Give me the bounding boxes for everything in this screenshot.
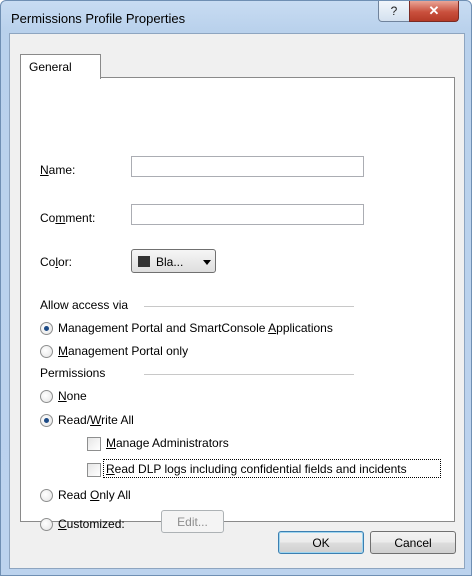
close-button[interactable]: ✕ <box>409 1 459 22</box>
read-dlp-logs-label[interactable]: Read DLP logs including confidential fie… <box>106 462 407 476</box>
help-icon: ? <box>390 4 398 18</box>
close-icon: ✕ <box>428 3 440 18</box>
read-write-all-label[interactable]: Read/Write All <box>58 413 134 427</box>
allow-access-group-label: Allow access via <box>40 298 129 312</box>
general-tab-panel: Name: Comment: Color: Bla... Allow acces… <box>20 77 455 533</box>
dialog-client-area: General Name: Comment: Color: Bla... All… <box>9 33 465 569</box>
tab-general-label: General <box>29 60 72 74</box>
radio-portal-and-smartconsole[interactable] <box>40 322 53 335</box>
read-only-all-label[interactable]: Read Only All <box>58 488 131 502</box>
read-dlp-logs-checkbox[interactable] <box>87 463 101 477</box>
color-selected-value: Bla... <box>156 255 184 269</box>
cancel-button-label: Cancel <box>394 535 432 550</box>
comment-label: Comment: <box>40 211 96 225</box>
radio-none[interactable] <box>40 390 53 403</box>
portal-only-label[interactable]: Management Portal only <box>58 344 188 358</box>
help-button[interactable]: ? <box>378 1 410 22</box>
title-bar[interactable]: Permissions Profile Properties ? ✕ <box>1 1 471 33</box>
permissions-group-label: Permissions <box>40 366 106 380</box>
customized-label[interactable]: Customized: <box>58 517 125 531</box>
color-dropdown[interactable]: Bla... <box>131 249 216 273</box>
ok-button[interactable]: OK <box>278 531 364 554</box>
dialog-window: Permissions Profile Properties ? ✕ Gener… <box>0 0 472 576</box>
radio-portal-only[interactable] <box>40 345 53 358</box>
manage-administrators-label[interactable]: Manage Administrators <box>106 436 229 450</box>
portal-and-smartconsole-label[interactable]: Management Portal and SmartConsole Appli… <box>58 321 333 335</box>
manage-administrators-checkbox[interactable] <box>87 437 101 451</box>
allow-access-divider <box>144 306 354 307</box>
name-label: Name: <box>40 163 76 177</box>
chevron-down-icon <box>203 260 211 265</box>
edit-button[interactable]: Edit... <box>161 510 224 533</box>
color-swatch <box>138 256 150 267</box>
cancel-button[interactable]: Cancel <box>370 531 456 554</box>
none-label[interactable]: None <box>58 389 87 403</box>
window-title: Permissions Profile Properties <box>11 11 186 26</box>
radio-customized[interactable] <box>40 518 53 531</box>
edit-button-label: Edit... <box>177 514 208 529</box>
radio-read-only-all[interactable] <box>40 489 53 502</box>
name-input[interactable] <box>131 156 364 177</box>
comment-input[interactable] <box>131 204 364 225</box>
tab-general[interactable]: General <box>20 54 101 79</box>
color-label: Color: <box>40 255 73 269</box>
radio-read-write-all[interactable] <box>40 414 53 427</box>
ok-button-label: OK <box>312 535 330 550</box>
permissions-divider <box>144 374 354 375</box>
